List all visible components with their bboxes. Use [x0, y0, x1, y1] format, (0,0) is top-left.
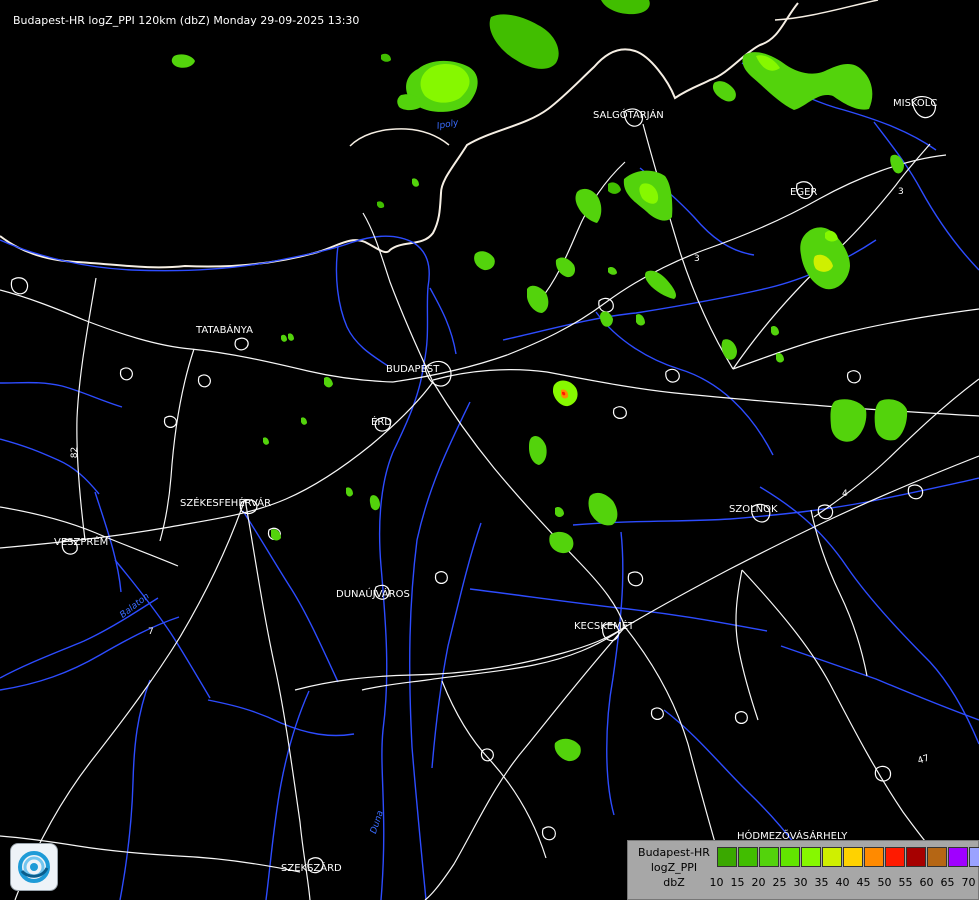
- city-label-dunaujvaros: DUNAÚJVÁROS: [336, 589, 410, 600]
- legend-swatch-11: [948, 847, 968, 867]
- legend-tick-12: 70: [961, 876, 976, 889]
- radar-map: Budapest-HR logZ_PPI 120km (dbZ) Monday …: [0, 0, 979, 900]
- legend-tick-10: 60: [919, 876, 934, 889]
- road-label-4: 4: [842, 489, 848, 499]
- radar-title: Budapest-HR logZ_PPI 120km (dbZ) Monday …: [13, 14, 360, 27]
- road-label-7: 7: [148, 627, 154, 637]
- map-canvas: [0, 0, 979, 900]
- legend: Budapest-HR logZ_PPI dbZ 10 15 20 25 30 35 40 4…: [627, 840, 979, 900]
- legend-swatch-0: [717, 847, 737, 867]
- city-label-veszprem: VESZPRÉM: [54, 537, 109, 548]
- city-label-erd: ÉRD: [371, 417, 392, 428]
- legend-swatch-10: [927, 847, 947, 867]
- legend-tick-0: 10: [709, 876, 724, 889]
- city-label-szekesfehervar: SZÉKESFEHÉRVÁR: [180, 498, 272, 509]
- city-label-kecskemet: KECSKEMÉT: [574, 621, 635, 632]
- city-label-budapest: BUDAPEST: [386, 364, 440, 375]
- legend-swatches: [717, 847, 979, 869]
- legend-swatch-7: [864, 847, 884, 867]
- legend-tick-5: 35: [814, 876, 829, 889]
- legend-swatch-9: [906, 847, 926, 867]
- road-label-3a: 3: [694, 254, 700, 264]
- legend-ticks: 10 15 20 25 30 35 40 45 50 55 60 65 70: [706, 876, 979, 889]
- legend-line-1: Budapest-HR: [638, 846, 710, 859]
- legend-swatch-4: [801, 847, 821, 867]
- road-label-82: 82: [70, 446, 81, 459]
- legend-swatch-12: [969, 847, 979, 867]
- legend-tick-11: 65: [940, 876, 955, 889]
- legend-line-3: dbZ: [663, 876, 685, 889]
- legend-swatch-1: [738, 847, 758, 867]
- legend-swatch-6: [843, 847, 863, 867]
- legend-swatch-3: [780, 847, 800, 867]
- legend-tick-2: 20: [751, 876, 766, 889]
- radar-logo: [11, 844, 57, 890]
- legend-tick-3: 25: [772, 876, 787, 889]
- city-label-szekszard: SZEKSZÁRD: [281, 863, 342, 874]
- city-label-tatabanya: TATABÁNYA: [196, 325, 253, 336]
- legend-swatch-5: [822, 847, 842, 867]
- road-label-3b: 3: [898, 187, 904, 197]
- city-label-eger: EGER: [790, 187, 818, 198]
- legend-tick-4: 30: [793, 876, 808, 889]
- city-label-szolnok: SZOLNOK: [729, 504, 778, 515]
- legend-tick-8: 50: [877, 876, 892, 889]
- legend-swatch-2: [759, 847, 779, 867]
- legend-line-2: logZ_PPI: [650, 861, 698, 874]
- city-label-salgotarjan: SALGÓTARJÁN: [593, 110, 664, 121]
- legend-tick-9: 55: [898, 876, 913, 889]
- legend-swatch-8: [885, 847, 905, 867]
- legend-tick-1: 15: [730, 876, 745, 889]
- legend-tick-6: 40: [835, 876, 850, 889]
- city-label-miskolc: MISKOLC: [893, 98, 938, 109]
- legend-label: Budapest-HR logZ_PPI dbZ: [632, 845, 716, 890]
- legend-tick-7: 45: [856, 876, 871, 889]
- swirl-icon: [18, 851, 50, 883]
